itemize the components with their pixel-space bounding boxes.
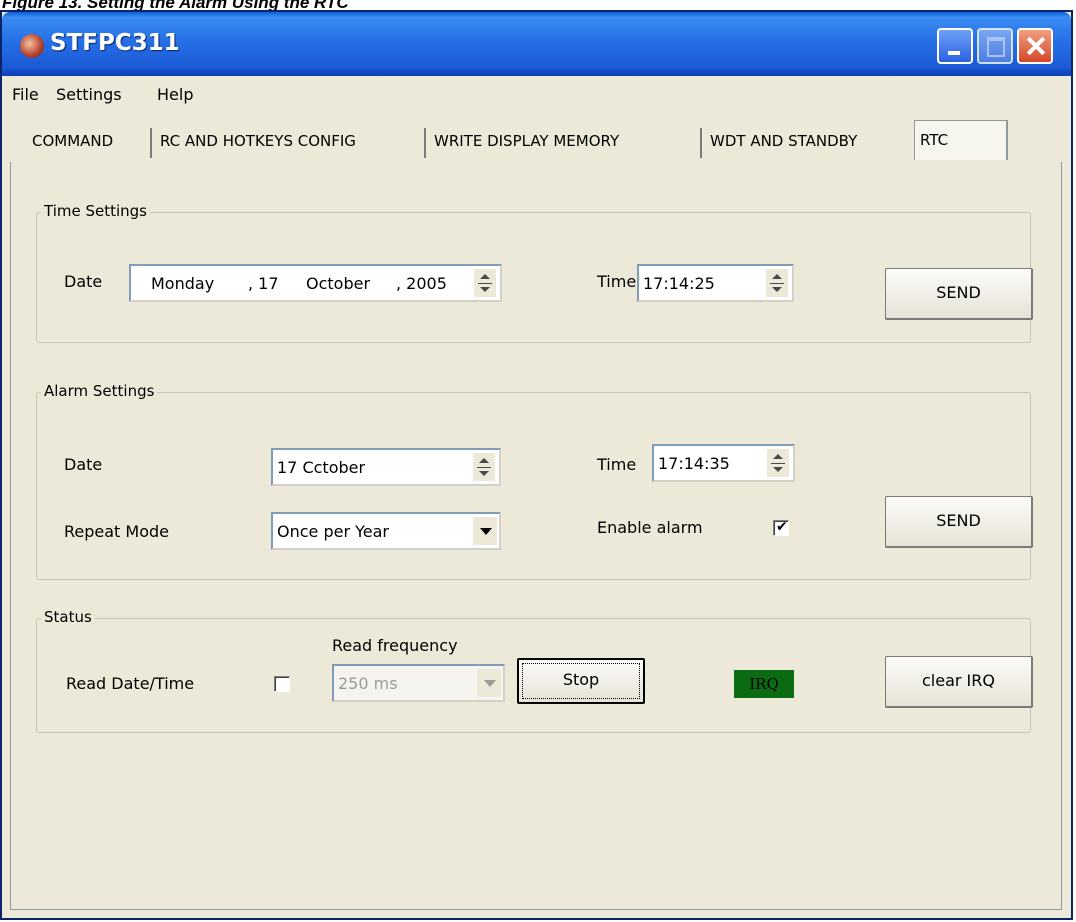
alarm-settings-group: Alarm Settings xyxy=(36,382,1031,580)
window-title: STFPC311 xyxy=(50,30,180,56)
tab-separator xyxy=(424,128,426,158)
tab-rtc[interactable]: RTC xyxy=(914,120,1008,160)
alarm-date-label: Date xyxy=(64,455,103,474)
time-spin-icon[interactable] xyxy=(766,269,788,297)
alarm-date-spin-icon[interactable] xyxy=(473,453,495,481)
read-datetime-label: Read Date/Time xyxy=(66,674,195,693)
alarm-send-button[interactable]: SEND xyxy=(885,496,1033,548)
enable-alarm-checkbox[interactable]: ✔ xyxy=(773,519,789,536)
enable-alarm-label: Enable alarm xyxy=(597,518,703,537)
alarm-time-picker[interactable]: 17:14:35 xyxy=(652,444,795,482)
read-datetime-checkbox[interactable] xyxy=(274,676,290,692)
repeat-mode-select[interactable]: Once per Year xyxy=(271,512,501,550)
alarm-settings-label: Alarm Settings xyxy=(41,382,158,400)
status-label: Status xyxy=(41,608,95,626)
time-send-button[interactable]: SEND xyxy=(885,268,1033,320)
checkmark-icon: ✔ xyxy=(776,519,788,535)
date-year: , 2005 xyxy=(396,274,447,293)
tab-strip: COMMAND RC AND HOTKEYS CONFIG WRITE DISP… xyxy=(26,120,1071,160)
tab-command[interactable]: COMMAND xyxy=(32,122,113,160)
alarm-date-picker[interactable]: 17 Cctober xyxy=(271,448,501,486)
alarm-time-spin-icon[interactable] xyxy=(767,449,789,477)
date-spin-icon[interactable] xyxy=(474,269,496,297)
app-window: STFPC311 File Settings Help COMMAND RC A… xyxy=(0,10,1073,920)
menu-bar: File Settings Help xyxy=(2,78,1071,108)
minimize-icon[interactable] xyxy=(937,28,973,64)
title-bar[interactable]: STFPC311 xyxy=(2,12,1071,76)
chevron-down-icon xyxy=(477,669,501,697)
date-month: October xyxy=(306,274,371,293)
tab-wdt-standby[interactable]: WDT AND STANDBY xyxy=(710,122,857,160)
menu-file[interactable]: File xyxy=(12,85,39,104)
date-day: , 17 xyxy=(248,274,279,293)
close-icon[interactable] xyxy=(1017,28,1053,64)
repeat-mode-label: Repeat Mode xyxy=(64,522,169,541)
time-date-picker[interactable]: Monday , 17 October , 2005 xyxy=(129,264,502,302)
menu-settings[interactable]: Settings xyxy=(56,85,122,104)
stop-button[interactable]: Stop xyxy=(517,658,645,704)
tab-separator xyxy=(150,128,152,158)
chevron-down-icon[interactable] xyxy=(473,517,497,545)
tab-separator xyxy=(700,128,702,158)
time-time-picker[interactable]: 17:14:25 xyxy=(637,264,794,302)
clear-irq-button[interactable]: clear IRQ xyxy=(885,656,1033,708)
time-date-label: Date xyxy=(64,272,103,291)
irq-indicator: IRQ xyxy=(734,670,794,698)
read-frequency-label: Read frequency xyxy=(332,636,458,655)
tab-rc-hotkeys-config[interactable]: RC AND HOTKEYS CONFIG xyxy=(160,122,356,160)
date-weekday: Monday xyxy=(151,274,215,293)
tab-write-display-memory[interactable]: WRITE DISPLAY MEMORY xyxy=(434,122,619,160)
alarm-time-label: Time xyxy=(597,455,637,474)
time-settings-label: Time Settings xyxy=(41,202,151,220)
maximize-icon[interactable] xyxy=(977,28,1013,64)
app-icon xyxy=(20,34,44,58)
read-frequency-select: 250 ms xyxy=(332,664,505,702)
time-time-label: Time xyxy=(597,272,637,291)
menu-help[interactable]: Help xyxy=(157,85,193,104)
